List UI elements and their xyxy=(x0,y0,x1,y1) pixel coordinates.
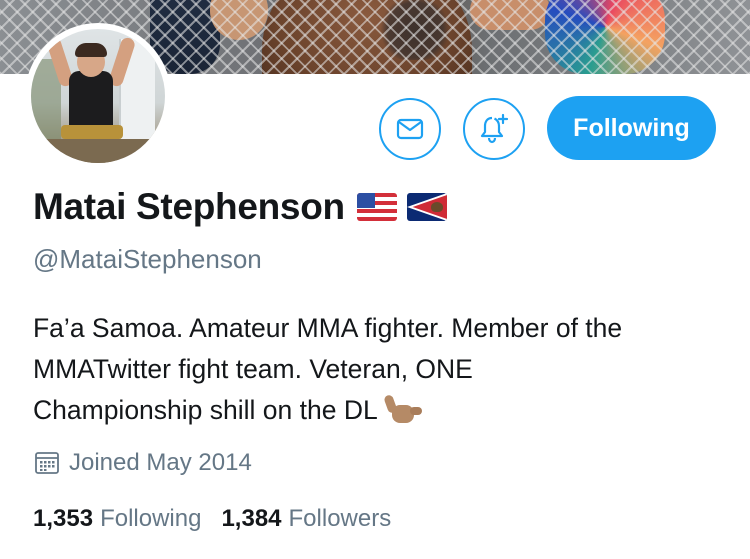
following-count: 1,353 xyxy=(33,505,94,532)
bio-line: Fa’a Samoa. Amateur MMA fighter. Member … xyxy=(33,313,623,343)
joined-text: Joined May 2014 xyxy=(69,449,252,476)
followers-count: 1,384 xyxy=(221,505,282,532)
us-flag-icon xyxy=(356,193,397,221)
following-button[interactable]: Following xyxy=(547,96,716,160)
profile-bio: Fa’a Samoa. Amateur MMA fighter. Member … xyxy=(33,308,733,431)
bio-line: Championship shill on the DL xyxy=(33,395,378,425)
profile-avatar[interactable] xyxy=(25,23,171,169)
avatar-body xyxy=(69,71,113,133)
notifications-button[interactable] xyxy=(463,98,525,160)
following-label: Following xyxy=(100,505,202,532)
joined-date: Joined May 2014 xyxy=(33,449,252,477)
american-samoa-flag-icon xyxy=(406,193,447,221)
avatar-hair xyxy=(75,43,107,57)
bio-line-wrap: Championship shill on the DL xyxy=(33,390,733,431)
followers-stat-link[interactable]: 1,384 Followers xyxy=(221,505,391,533)
calendar-icon xyxy=(35,452,59,474)
name-row: Matai Stephenson xyxy=(33,186,447,228)
follow-stats: 1,353 Following 1,384 Followers xyxy=(33,505,411,533)
bell-plus-icon xyxy=(480,113,509,144)
message-button[interactable] xyxy=(379,98,441,160)
avatar-photo xyxy=(31,29,165,163)
envelope-icon xyxy=(396,118,424,140)
bio-line: MMATwitter fight team. Veteran, ONE xyxy=(33,354,473,384)
followers-label: Followers xyxy=(288,505,392,532)
display-name: Matai Stephenson xyxy=(33,186,345,227)
username-handle: @MataiStephenson xyxy=(33,244,262,274)
following-stat-link[interactable]: 1,353 Following xyxy=(33,505,201,533)
avatar-bg-floor xyxy=(31,139,165,163)
avatar-belt xyxy=(61,125,123,139)
call-me-hand-icon xyxy=(382,393,422,427)
